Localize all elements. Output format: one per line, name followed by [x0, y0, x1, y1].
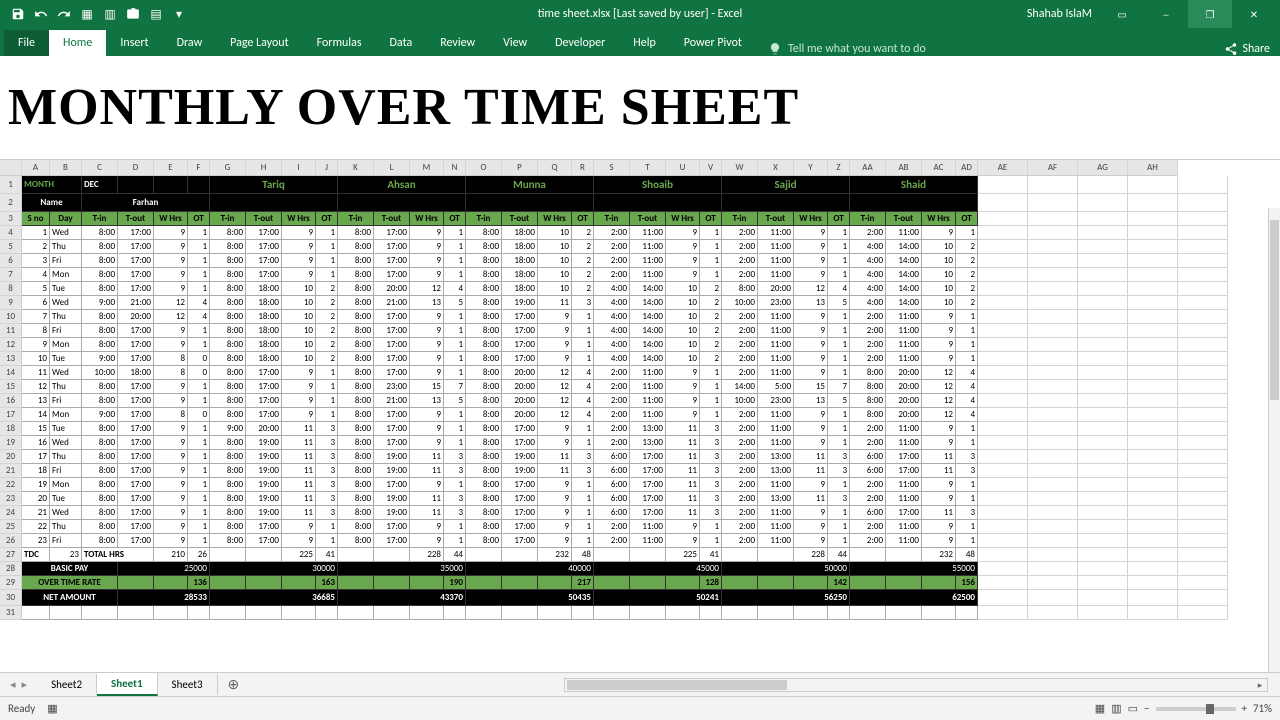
status-bar: Ready ▦ ▦ ▥ ▭ − + 71% — [0, 696, 1280, 720]
col-header[interactable]: Z — [828, 160, 850, 176]
title-bar: ▦ ▥ ▤ ▾ time sheet.xlsx [Last saved by u… — [0, 0, 1280, 28]
col-header[interactable]: M — [410, 160, 444, 176]
col-header[interactable]: U — [666, 160, 700, 176]
tab-page-layout[interactable]: Page Layout — [216, 30, 302, 56]
col-header[interactable]: X — [758, 160, 794, 176]
window-title: time sheet.xlsx [Last saved by user] - E… — [538, 7, 743, 21]
title-right: Shahab IslaM ▭ ─ ❐ ✕ — [1027, 0, 1280, 28]
tab-power-pivot[interactable]: Power Pivot — [670, 30, 756, 56]
zoom-in-icon[interactable]: + — [1242, 702, 1247, 715]
col-header[interactable]: AD — [956, 160, 978, 176]
tab-review[interactable]: Review — [426, 30, 489, 56]
col-header[interactable]: T — [630, 160, 666, 176]
view-page-icon[interactable]: ▥ — [1111, 702, 1121, 715]
col-header[interactable]: L — [374, 160, 410, 176]
tab-view[interactable]: View — [489, 30, 541, 56]
col-header[interactable]: J — [316, 160, 338, 176]
col-header[interactable]: I — [282, 160, 316, 176]
horizontal-scrollbar[interactable]: ◂▸ — [564, 678, 1268, 692]
zoom-level: 71% — [1253, 702, 1272, 715]
tab-file[interactable]: File — [4, 30, 49, 56]
tell-me-search[interactable]: Tell me what you want to do — [768, 42, 926, 56]
col-header[interactable]: Y — [794, 160, 828, 176]
col-header[interactable]: D — [118, 160, 154, 176]
camera-icon[interactable] — [123, 4, 143, 24]
col-header[interactable]: O — [466, 160, 502, 176]
redo-icon[interactable] — [54, 4, 74, 24]
sheet-tab-sheet2[interactable]: Sheet2 — [37, 674, 97, 695]
user-name: Shahab IslaM — [1027, 7, 1092, 21]
col-header[interactable]: H — [246, 160, 282, 176]
sheet-tab-bar: ◂▸ Sheet2 Sheet1 Sheet3 ⊕ ◂▸ — [0, 672, 1280, 696]
col-header[interactable]: AF — [1028, 160, 1078, 176]
table-icon[interactable]: ▦ — [77, 4, 97, 24]
lightbulb-icon — [768, 42, 782, 56]
tab-insert[interactable]: Insert — [106, 30, 162, 56]
col-header[interactable]: AH — [1128, 160, 1178, 176]
col-header[interactable]: Q — [538, 160, 572, 176]
calc-icon[interactable]: ▤ — [146, 4, 166, 24]
tell-me-label: Tell me what you want to do — [788, 42, 926, 56]
col-header[interactable]: V — [700, 160, 722, 176]
col-header[interactable]: N — [444, 160, 466, 176]
maximize-icon[interactable]: ❐ — [1188, 0, 1232, 28]
minimize-icon[interactable]: ─ — [1144, 0, 1188, 28]
ribbon-options-icon[interactable]: ▭ — [1100, 0, 1144, 28]
column-headers: ABCDEFGHIJKLMNOPQRSTUVWXYZAAABACADAEAFAG… — [0, 160, 1280, 176]
undo-icon[interactable] — [31, 4, 51, 24]
ribbon-tabs: File Home Insert Draw Page Layout Formul… — [0, 28, 1280, 56]
close-icon[interactable]: ✕ — [1232, 0, 1276, 28]
tab-home[interactable]: Home — [49, 30, 106, 56]
page-title: MONTHLY OVER TIME SHEET — [0, 56, 1280, 159]
share-button[interactable]: Share — [1224, 42, 1270, 56]
split-icon[interactable]: ▥ — [100, 4, 120, 24]
col-header[interactable]: A — [22, 160, 50, 176]
status-ready: Ready — [8, 702, 35, 715]
col-header[interactable]: B — [50, 160, 82, 176]
tab-developer[interactable]: Developer — [541, 30, 619, 56]
col-header[interactable]: G — [210, 160, 246, 176]
tab-data[interactable]: Data — [376, 30, 427, 56]
save-icon[interactable] — [8, 4, 28, 24]
share-icon — [1224, 42, 1238, 56]
col-header[interactable]: W — [722, 160, 758, 176]
sheet-tab-sheet3[interactable]: Sheet3 — [158, 674, 218, 695]
zoom-slider[interactable] — [1156, 707, 1236, 711]
col-header[interactable]: AE — [978, 160, 1028, 176]
vertical-scrollbar[interactable] — [1268, 208, 1280, 672]
grid-body[interactable]: 1MONTHDECTariqAhsanMunnaShoaibSajidShaid… — [0, 176, 1280, 620]
dropdown-icon[interactable]: ▾ — [169, 4, 189, 24]
col-header[interactable]: E — [154, 160, 188, 176]
hscroll-thumb[interactable] — [567, 680, 787, 690]
workbook-grid[interactable]: ABCDEFGHIJKLMNOPQRSTUVWXYZAAABACADAEAFAG… — [0, 159, 1280, 620]
col-header[interactable]: AA — [850, 160, 886, 176]
tab-draw[interactable]: Draw — [163, 30, 217, 56]
col-header[interactable]: C — [82, 160, 118, 176]
macro-icon[interactable]: ▦ — [47, 702, 57, 715]
tab-help[interactable]: Help — [619, 30, 670, 56]
quick-access-toolbar: ▦ ▥ ▤ ▾ — [0, 0, 197, 28]
col-header[interactable]: R — [572, 160, 594, 176]
share-label: Share — [1242, 42, 1270, 56]
col-header[interactable]: AB — [886, 160, 922, 176]
col-header[interactable]: AC — [922, 160, 956, 176]
zoom-out-icon[interactable]: − — [1144, 702, 1149, 715]
col-header[interactable]: K — [338, 160, 374, 176]
sheet-tab-sheet1[interactable]: Sheet1 — [97, 673, 158, 696]
col-header[interactable]: S — [594, 160, 630, 176]
view-break-icon[interactable]: ▭ — [1128, 702, 1138, 715]
tab-formulas[interactable]: Formulas — [303, 30, 376, 56]
col-header[interactable]: P — [502, 160, 538, 176]
add-sheet-button[interactable]: ⊕ — [218, 672, 250, 697]
col-header[interactable]: AG — [1078, 160, 1128, 176]
view-normal-icon[interactable]: ▦ — [1095, 702, 1105, 715]
sheet-nav-arrows[interactable]: ◂▸ — [0, 678, 37, 691]
vscroll-thumb[interactable] — [1270, 220, 1279, 400]
col-header[interactable]: F — [188, 160, 210, 176]
